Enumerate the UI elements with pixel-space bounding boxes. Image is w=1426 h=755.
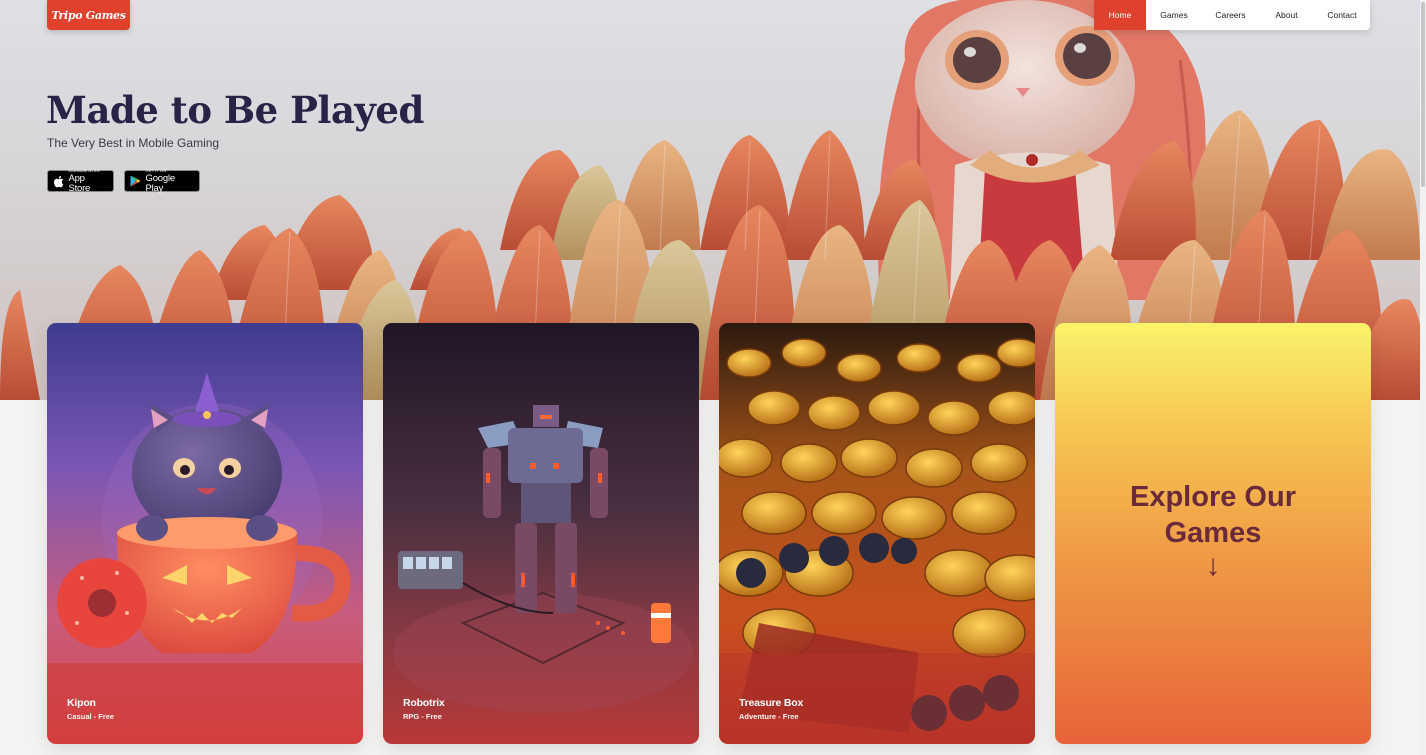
nav-home[interactable]: Home xyxy=(1094,0,1146,30)
google-play-label: Google Play xyxy=(145,173,176,194)
game-title: Kipon xyxy=(67,697,96,709)
apple-icon xyxy=(53,174,64,188)
scrollbar-thumb[interactable] xyxy=(1421,2,1425,187)
nav-about[interactable]: About xyxy=(1259,0,1314,30)
game-subtitle: Adventure - Free xyxy=(739,712,799,721)
game-card-kipon[interactable]: Kipon Casual - Free xyxy=(47,323,363,744)
app-store-button[interactable]: Download on the App Store xyxy=(47,169,114,194)
game-title: Treasure Box xyxy=(739,697,804,709)
page-scrollbar[interactable] xyxy=(1420,0,1426,755)
hero-subtitle: The Very Best in Mobile Gaming xyxy=(47,136,220,150)
app-store-label: App Store xyxy=(68,173,91,194)
hero-title: Made to Be Played xyxy=(46,88,424,132)
game-subtitle: RPG - Free xyxy=(403,712,442,721)
nav-careers[interactable]: Careers xyxy=(1202,0,1259,30)
treasure-box-artwork xyxy=(719,323,1035,744)
nav-games[interactable]: Games xyxy=(1146,0,1202,30)
robotrix-artwork xyxy=(383,323,699,744)
google-play-icon xyxy=(130,174,142,188)
explore-games-card[interactable]: Explore Our Games ↓ xyxy=(1055,323,1371,744)
game-subtitle: Casual - Free xyxy=(67,712,115,721)
google-play-button[interactable]: GET IT ON Google Play xyxy=(124,169,200,194)
game-card-treasure-box[interactable]: Treasure Box Adventure - Free xyxy=(719,323,1035,744)
logo[interactable]: Tripo Games xyxy=(47,0,130,30)
game-title: Robotrix xyxy=(403,697,445,709)
game-card-robotrix[interactable]: Robotrix RPG - Free xyxy=(383,323,699,744)
arrow-down-icon: ↓ xyxy=(1205,548,1221,582)
top-nav: Home Games Careers About Contact xyxy=(1094,0,1370,30)
explore-label: Explore Our Games xyxy=(1130,480,1296,549)
kipon-artwork xyxy=(47,323,363,744)
nav-contact[interactable]: Contact xyxy=(1314,0,1370,30)
